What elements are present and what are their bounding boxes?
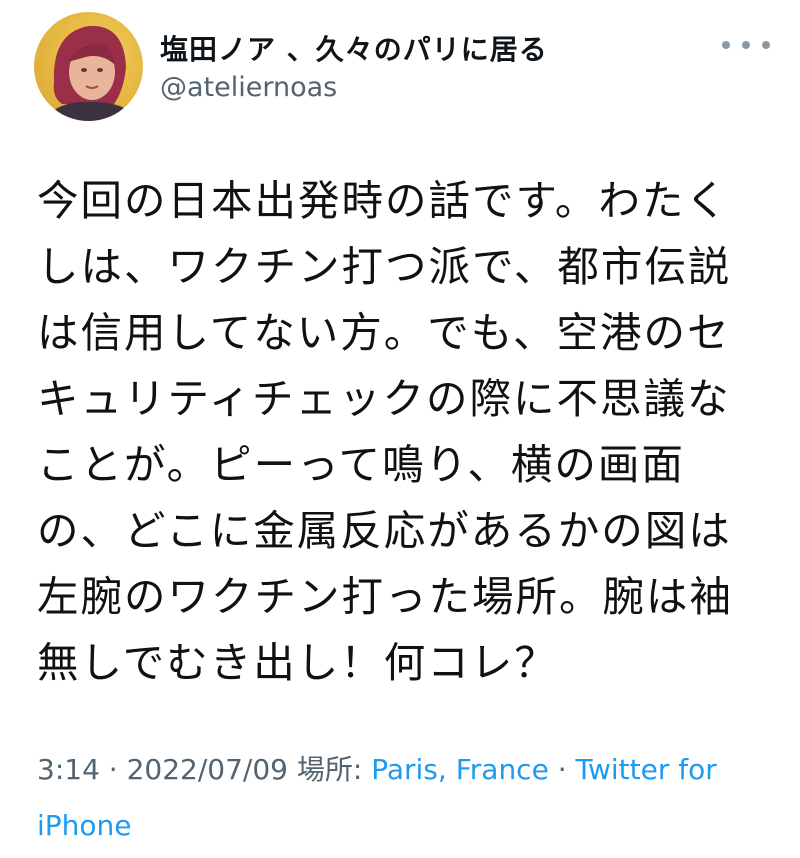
tweet-card: 塩田ノア 、久々のパリに居る @ateliernoas 今回の日本出発時の話です… xyxy=(0,0,800,858)
dot xyxy=(762,41,770,49)
tweet-text-line: の、どこに金属反応があるかの図は xyxy=(37,506,732,555)
separator: · xyxy=(548,753,576,786)
separator: · xyxy=(99,753,127,786)
tweet-time[interactable]: 3:14 xyxy=(37,753,100,786)
dot xyxy=(742,41,750,49)
author-display-name[interactable]: 塩田ノア 、久々のパリに居る xyxy=(160,28,548,68)
tweet-date[interactable]: 2022/07/09 xyxy=(127,753,288,786)
tweet-metadata: 3:14 · 2022/07/09 場所: Paris, France · Tw… xyxy=(37,742,777,854)
tweet-text-line: は信用してない方。でも、空港のセ xyxy=(37,308,731,357)
tweet-text-line: しは、ワクチン打つ派で、都市伝説 xyxy=(37,242,732,291)
location-link[interactable]: Paris, France xyxy=(371,753,549,786)
tweet-text-line: 今回の日本出発時の話です。わたく xyxy=(37,176,729,225)
more-options-icon[interactable] xyxy=(722,30,770,60)
dot xyxy=(722,41,730,49)
avatar[interactable] xyxy=(34,12,143,121)
author-handle[interactable]: @ateliernoas xyxy=(160,72,337,103)
avatar-image xyxy=(34,12,143,121)
tweet-text-line: ことが。ピーって鳴り、横の画面 xyxy=(37,440,685,489)
tweet-text-line: 左腕のワクチン打った場所。腕は袖 xyxy=(37,572,734,621)
tweet-text-line: 無しでむき出し！何コレ？ xyxy=(37,638,558,687)
tweet-text: 今回の日本出発時の話です。わたく しは、ワクチン打つ派で、都市伝説 は信用してな… xyxy=(37,168,767,696)
location-label: 場所: xyxy=(287,753,372,786)
tweet-text-line: キュリティチェックの際に不思議な xyxy=(37,374,731,423)
